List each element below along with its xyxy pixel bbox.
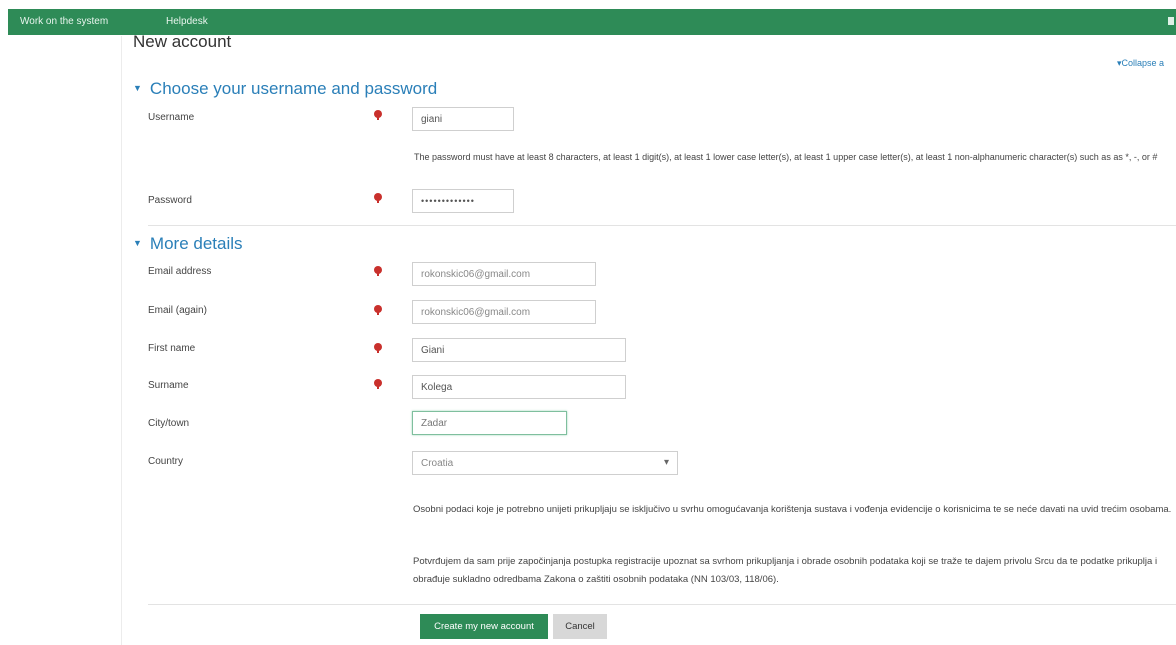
required-icon <box>374 305 382 315</box>
city-input[interactable]: Zadar <box>412 411 567 435</box>
required-icon <box>374 266 382 276</box>
section-header-more-details[interactable]: ▼ More details <box>133 234 243 254</box>
required-icon <box>374 110 382 120</box>
form-footer-divider <box>148 604 1176 605</box>
required-icon <box>374 379 382 389</box>
cancel-button[interactable]: Cancel <box>553 614 607 639</box>
section-divider <box>148 225 1176 226</box>
nav-menu-icon[interactable] <box>1168 17 1174 25</box>
required-icon <box>374 193 382 203</box>
country-selected-value: Croatia <box>421 458 454 469</box>
email-label: Email address <box>148 266 212 277</box>
password-label: Password <box>148 195 192 206</box>
nav-item-work-on-system[interactable]: Work on the system <box>20 16 108 27</box>
section-title-credentials: Choose your username and password <box>149 79 438 98</box>
password-input[interactable]: ••••••••••••• <box>412 189 514 213</box>
section-title-more-details: More details <box>149 234 243 253</box>
city-label: City/town <box>148 418 190 429</box>
create-account-button[interactable]: Create my new account <box>420 614 548 639</box>
nav-item-helpdesk[interactable]: Helpdesk <box>166 16 208 27</box>
collapse-all-link[interactable]: ▾Collapse a <box>1117 58 1164 69</box>
privacy-notice-paragraph: Osobni podaci koje je potrebno unijeti p… <box>413 504 1172 515</box>
surname-label: Surname <box>148 380 189 391</box>
section-collapse-icon: ▼ <box>133 238 142 248</box>
username-label: Username <box>148 112 195 123</box>
first-name-input[interactable]: Giani <box>412 338 626 362</box>
country-select[interactable]: Croatia <box>412 451 678 475</box>
content-left-border <box>121 36 122 645</box>
page-title: New account <box>133 32 232 51</box>
country-label: Country <box>148 456 184 467</box>
password-policy-text: The password must have at least 8 charac… <box>414 152 1158 162</box>
section-header-credentials[interactable]: ▼ Choose your username and password <box>133 79 437 99</box>
email-input[interactable]: rokonskic06@gmail.com <box>412 262 596 286</box>
email-again-label: Email (again) <box>148 305 207 316</box>
first-name-label: First name <box>148 343 196 354</box>
username-input[interactable]: giani <box>412 107 514 131</box>
section-collapse-icon: ▼ <box>133 83 142 93</box>
email-again-input[interactable]: rokonskic06@gmail.com <box>412 300 596 324</box>
surname-input[interactable]: Kolega <box>412 375 626 399</box>
required-icon <box>374 343 382 353</box>
consent-paragraph: Potvrđujem da sam prije započinjanja pos… <box>413 556 1158 585</box>
